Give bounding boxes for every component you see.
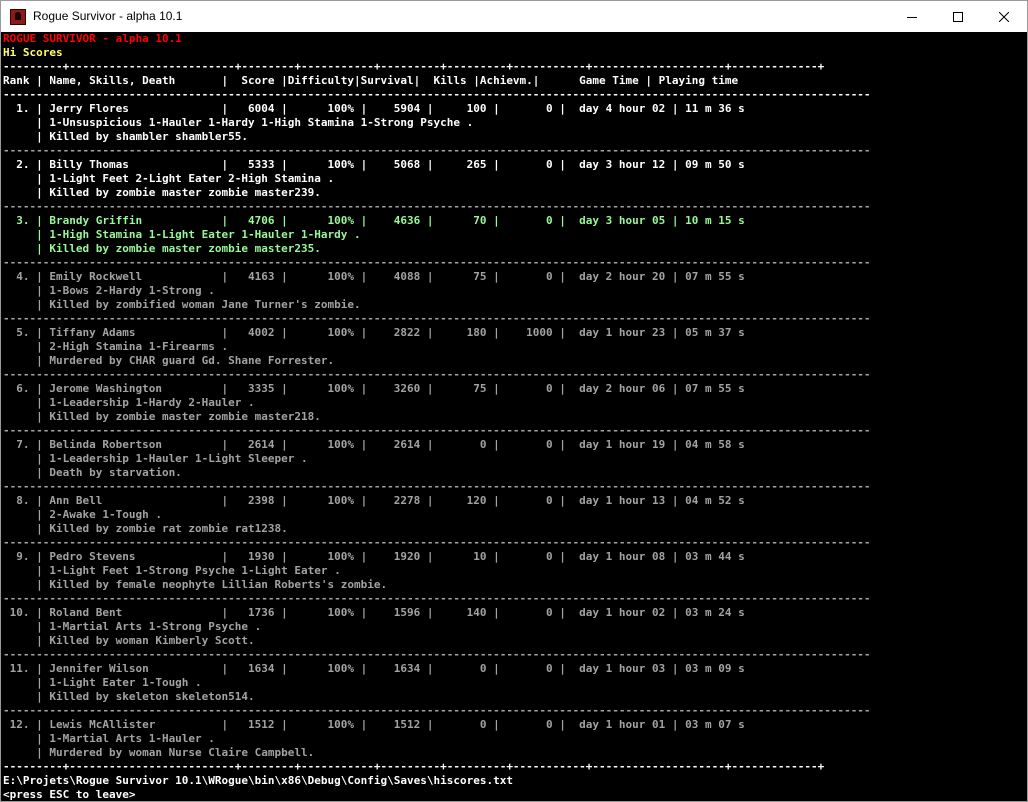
- minimize-button[interactable]: [889, 1, 935, 32]
- rogue-survivor-app-icon[interactable]: [10, 9, 26, 25]
- table-header: Rank | Name, Skills, Death | Score |Diff…: [3, 74, 739, 87]
- row-separator: ----------------------------------------…: [3, 256, 871, 269]
- score-entry-summary: 12. | Lewis McAllister | 1512 | 100% | 1…: [3, 718, 745, 731]
- score-entry-summary: 1. | Jerry Flores | 6004 | 100% | 5904 |…: [3, 102, 745, 115]
- title-bar[interactable]: Rogue Survivor - alpha 10.1: [1, 1, 1027, 32]
- row-separator: ----------------------------------------…: [3, 704, 871, 717]
- table-top-border: ---------+-------------------------+----…: [3, 60, 825, 73]
- section-title: Hi Scores: [3, 46, 63, 59]
- row-separator: ----------------------------------------…: [3, 592, 871, 605]
- row-separator: ----------------------------------------…: [3, 312, 871, 325]
- score-entry-death: | Killed by zombie master zombie master2…: [3, 242, 321, 255]
- header-separator: ----------------------------------------…: [3, 88, 871, 101]
- score-entry-skills: | 1-Bows 2-Hardy 1-Strong .: [3, 284, 215, 297]
- row-separator: ----------------------------------------…: [3, 424, 871, 437]
- score-entry-summary: 2. | Billy Thomas | 5333 | 100% | 5068 |…: [3, 158, 745, 171]
- score-entry-death: | Death by starvation.: [3, 466, 182, 479]
- score-entry-death: | Killed by zombie master zombie master2…: [3, 410, 321, 423]
- score-entry-skills: | 1-Leadership 1-Hauler 1-Light Sleeper …: [3, 452, 308, 465]
- close-icon: [999, 11, 1009, 22]
- score-entry-skills: | 1-Martial Arts 1-Strong Psyche .: [3, 620, 262, 633]
- window-title: Rogue Survivor - alpha 10.1: [33, 9, 183, 23]
- score-entry-death: | Killed by shambler shambler55.: [3, 130, 249, 143]
- score-entry-skills: | 1-Light Eater 1-Tough .: [3, 676, 202, 689]
- score-entry-summary: 8. | Ann Bell | 2398 | 100% | 2278 | 120…: [3, 494, 745, 507]
- score-entry-skills: | 2-High Stamina 1-Firearms .: [3, 340, 229, 353]
- row-separator: ----------------------------------------…: [3, 536, 871, 549]
- score-entry-death: | Killed by skeleton skeleton514.: [3, 690, 255, 703]
- minimize-icon: [907, 16, 917, 18]
- score-entry-summary: 7. | Belinda Robertson | 2614 | 100% | 2…: [3, 438, 745, 451]
- score-entry-skills: | 1-Leadership 1-Hardy 2-Hauler .: [3, 396, 255, 409]
- score-entry-skills: | 1-Light Feet 2-Light Eater 2-High Stam…: [3, 172, 335, 185]
- game-title: ROGUE SURVIVOR - alpha 10.1: [3, 32, 182, 45]
- score-entry-death: | Killed by zombified woman Jane Turner'…: [3, 298, 361, 311]
- score-entry-skills: | 2-Awake 1-Tough .: [3, 508, 162, 521]
- table-bottom-border: ---------+-------------------------+----…: [3, 760, 825, 773]
- maximize-icon: [953, 11, 963, 22]
- maximize-button[interactable]: [935, 1, 981, 32]
- score-entry-death: | Killed by woman Kimberly Scott.: [3, 634, 255, 647]
- esc-hint: <press ESC to leave>: [3, 788, 136, 801]
- console-area: ROGUE SURVIVOR - alpha 10.1 Hi Scores --…: [1, 32, 1027, 801]
- score-entry-death: | Killed by female neophyte Lillian Robe…: [3, 578, 388, 591]
- row-separator: ----------------------------------------…: [3, 648, 871, 661]
- score-entry-summary: 10. | Roland Bent | 1736 | 100% | 1596 |…: [3, 606, 745, 619]
- score-entry-skills: | 1-Light Feet 1-Strong Psyche 1-Light E…: [3, 564, 341, 577]
- row-separator: ----------------------------------------…: [3, 480, 871, 493]
- score-entry-skills: | 1-Unsuspicious 1-Hauler 1-Hardy 1-High…: [3, 116, 474, 129]
- score-entry-summary: 9. | Pedro Stevens | 1930 | 100% | 1920 …: [3, 550, 745, 563]
- row-separator: ----------------------------------------…: [3, 144, 871, 157]
- row-separator: ----------------------------------------…: [3, 368, 871, 381]
- score-entry-death: | Killed by zombie rat zombie rat1238.: [3, 522, 288, 535]
- score-entry-summary: 6. | Jerome Washington | 3335 | 100% | 3…: [3, 382, 745, 395]
- row-separator: ----------------------------------------…: [3, 200, 871, 213]
- score-entry-summary: 5. | Tiffany Adams | 4002 | 100% | 2822 …: [3, 326, 745, 339]
- score-entry-death: | Murdered by woman Nurse Claire Campbel…: [3, 746, 315, 759]
- close-button[interactable]: [981, 1, 1027, 32]
- score-entry-summary: 3. | Brandy Griffin | 4706 | 100% | 4636…: [3, 214, 745, 227]
- score-entry-skills: | 1-High Stamina 1-Light Eater 1-Hauler …: [3, 228, 361, 241]
- score-entry-summary: 11. | Jennifer Wilson | 1634 | 100% | 16…: [3, 662, 745, 675]
- app-window: Rogue Survivor - alpha 10.1 ROGUE SURVIV…: [0, 0, 1028, 802]
- score-entry-death: | Murdered by CHAR guard Gd. Shane Forre…: [3, 354, 335, 367]
- score-entry-summary: 4. | Emily Rockwell | 4163 | 100% | 4088…: [3, 270, 745, 283]
- score-entry-death: | Killed by zombie master zombie master2…: [3, 186, 321, 199]
- score-entry-skills: | 1-Martial Arts 1-Hauler .: [3, 732, 215, 745]
- hiscores-file-path: E:\Projets\Rogue Survivor 10.1\WRogue\bi…: [3, 774, 513, 787]
